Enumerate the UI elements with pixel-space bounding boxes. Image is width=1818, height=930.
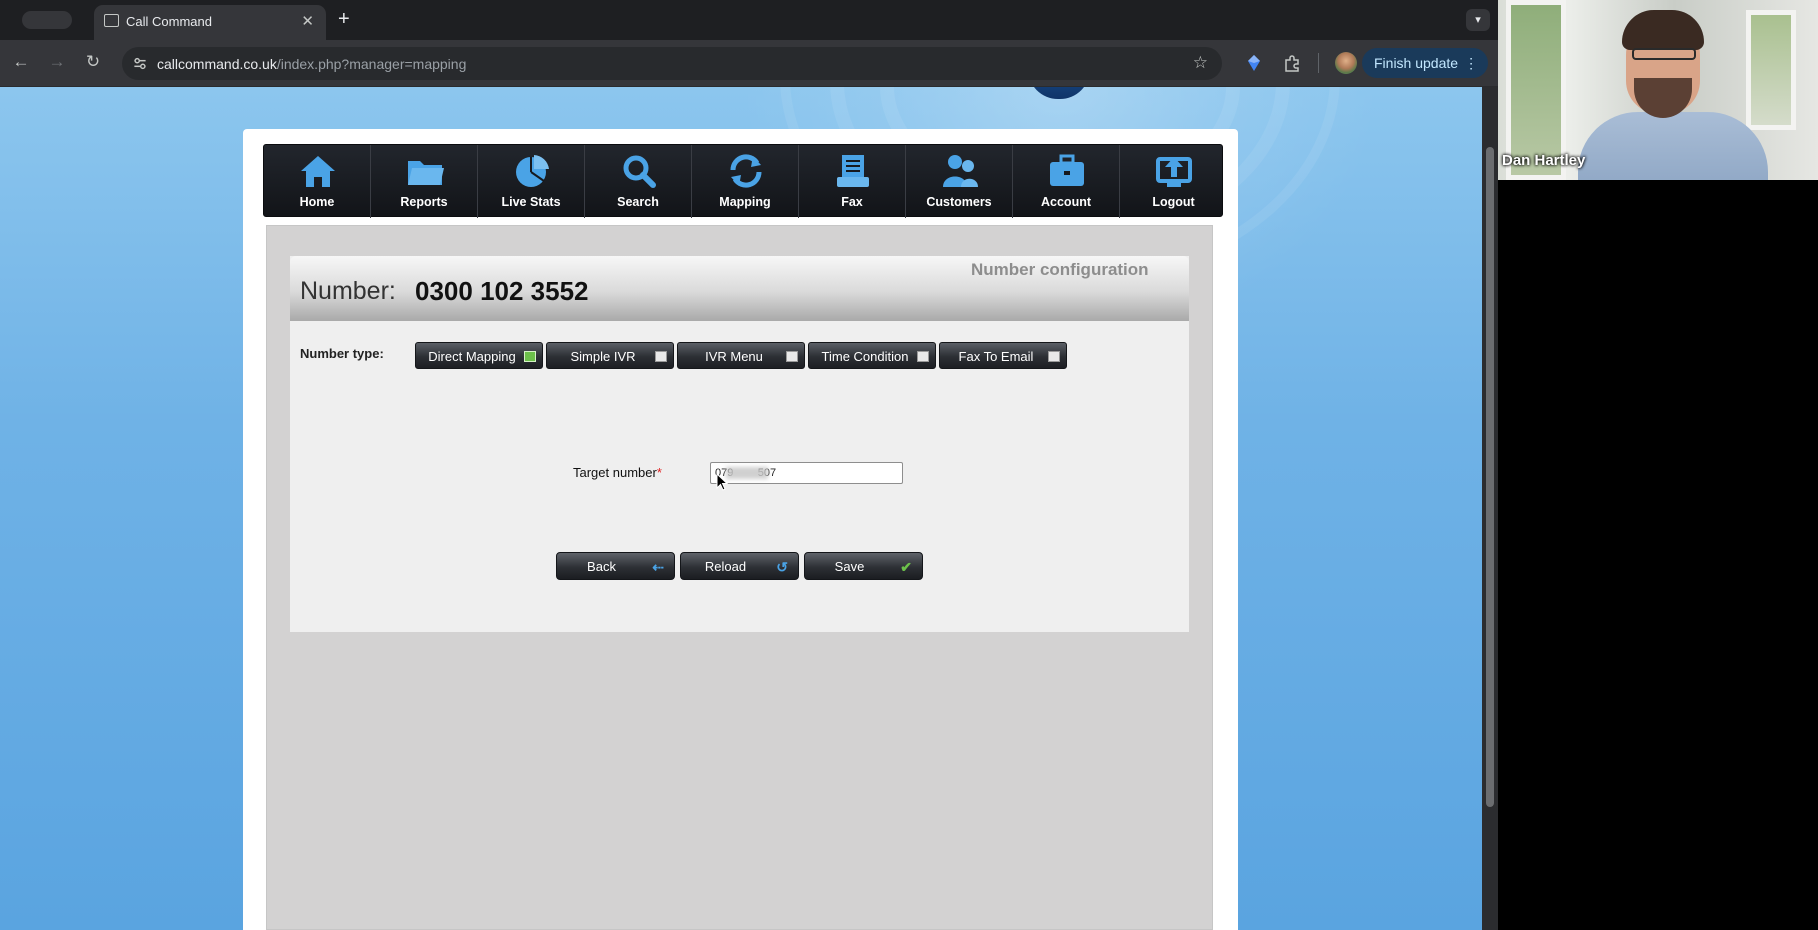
reload-label: Reload [704, 559, 747, 574]
participant-video: Dan Hartley [1498, 0, 1818, 180]
nav-account-label: Account [1041, 195, 1091, 209]
nav-logout-label: Logout [1152, 195, 1195, 209]
check-icon: ✔ [900, 559, 912, 575]
redacted-digits [726, 467, 768, 479]
type-ivr-menu-button[interactable]: IVR Menu [677, 342, 805, 369]
nav-mapping[interactable]: Mapping [692, 145, 799, 218]
target-number-label: Target number* [573, 465, 662, 480]
type-fax-to-email-label: Fax To Email [958, 349, 1034, 364]
nav-mapping-label: Mapping [719, 195, 771, 209]
selected-checkbox-icon [524, 351, 536, 362]
back-arrow-icon: ⇠ [652, 559, 664, 575]
url-host: callcommand.co.uk [157, 56, 277, 72]
finish-update-label: Finish update [1374, 55, 1459, 71]
screen: Call Command ✕ + ▾ ← → ↻ callcommand.co.… [0, 0, 1818, 930]
participant-name: Dan Hartley [1502, 152, 1586, 169]
number-type-label: Number type: [300, 346, 384, 361]
site-settings-icon[interactable] [132, 56, 148, 71]
nav-live-stats[interactable]: Live Stats [478, 145, 585, 218]
type-simple-ivr-button[interactable]: Simple IVR [546, 342, 674, 369]
nav-home-label: Home [299, 195, 335, 209]
gem-extension-icon[interactable] [1246, 54, 1262, 72]
profile-avatar[interactable] [1335, 52, 1357, 74]
printer-icon [837, 155, 869, 187]
pie-chart-icon [516, 155, 549, 187]
participant-glasses [1632, 48, 1696, 60]
unselected-checkbox-icon [1048, 351, 1060, 362]
new-tab-icon[interactable]: + [338, 8, 350, 31]
upload-icon [1156, 157, 1192, 187]
extensions-puzzle-icon[interactable] [1283, 54, 1301, 72]
nav-reports[interactable]: Reports [371, 145, 478, 218]
page-scrollbar[interactable] [1482, 87, 1498, 930]
nav-account[interactable]: Account [1013, 145, 1120, 218]
type-direct-mapping-button[interactable]: Direct Mapping [415, 342, 543, 369]
nav-search[interactable]: Search [585, 145, 692, 218]
unselected-checkbox-icon [917, 351, 929, 362]
participant-shirt [1578, 112, 1768, 180]
number-value: 0300 102 3552 [415, 276, 589, 306]
nav-fax-label: Fax [841, 195, 863, 209]
bg-window [1746, 10, 1796, 130]
nav-live-stats-label: Live Stats [501, 195, 561, 209]
toolbar-divider [1318, 53, 1319, 73]
save-label: Save [834, 559, 865, 574]
briefcase-icon [1050, 154, 1084, 186]
url-path: /index.php?manager=mapping [276, 56, 467, 72]
video-call-panel: Dan Hartley [1498, 0, 1818, 930]
scrollbar-thumb[interactable] [1486, 147, 1494, 807]
unselected-checkbox-icon [655, 351, 667, 362]
type-fax-to-email-button[interactable]: Fax To Email [939, 342, 1067, 369]
browser-tab[interactable]: Call Command ✕ [94, 5, 326, 40]
type-ivr-menu-label: IVR Menu [705, 349, 763, 364]
main-navigation: Home Reports Live Stats Search Mapping F… [263, 144, 1223, 218]
required-mark: * [656, 465, 662, 480]
refresh-icon [730, 154, 762, 188]
unselected-checkbox-icon [786, 351, 798, 362]
target-number-label-text: Target number [573, 465, 657, 480]
forward-arrow-icon[interactable]: → [46, 52, 68, 72]
users-icon [943, 155, 978, 187]
more-vert-icon[interactable]: ⋮ [1464, 48, 1478, 78]
nav-fax[interactable]: Fax [799, 145, 906, 218]
type-direct-mapping-label: Direct Mapping [428, 349, 516, 364]
participant-hair [1622, 10, 1704, 50]
mouse-pointer-icon [716, 473, 728, 491]
nav-home[interactable]: Home [264, 145, 371, 218]
folder-icon [408, 161, 444, 185]
type-time-condition-button[interactable]: Time Condition [808, 342, 936, 369]
tab-group-placeholder[interactable] [22, 11, 72, 29]
nav-reports-label: Reports [400, 195, 448, 209]
tab-bar: Call Command ✕ + ▾ [0, 0, 1498, 40]
home-icon [301, 156, 335, 187]
reload-button[interactable]: Reload ↺ [680, 552, 799, 580]
browser-window: Call Command ✕ + ▾ ← → ↻ callcommand.co.… [0, 0, 1498, 930]
page-content-layer: Home Reports Live Stats Search Mapping F… [0, 87, 1482, 930]
nav-customers-label: Customers [926, 195, 992, 209]
bookmark-star-icon[interactable]: ☆ [1193, 53, 1208, 73]
nav-customers[interactable]: Customers [906, 145, 1013, 218]
back-button[interactable]: Back ⇠ [556, 552, 675, 580]
monitor-icon [104, 14, 119, 27]
finish-update-button[interactable]: Finish update ⋮ [1362, 48, 1489, 78]
reload-icon[interactable]: ↻ [82, 52, 104, 72]
address-bar[interactable]: callcommand.co.uk/index.php?manager=mapp… [122, 47, 1222, 80]
reload-icon: ↺ [776, 559, 788, 575]
save-button[interactable]: Save ✔ [804, 552, 923, 580]
back-label: Back [587, 559, 616, 574]
nav-logout[interactable]: Logout [1120, 145, 1227, 218]
search-icon [623, 155, 656, 188]
close-tab-icon[interactable]: ✕ [301, 12, 314, 30]
browser-toolbar: ← → ↻ callcommand.co.uk/index.php?manage… [0, 40, 1498, 87]
back-arrow-icon[interactable]: ← [10, 52, 32, 72]
type-time-condition-label: Time Condition [821, 349, 909, 364]
tab-title: Call Command [126, 14, 212, 29]
number-label: Number: [300, 277, 396, 305]
url-text: callcommand.co.uk/index.php?manager=mapp… [157, 56, 466, 72]
tab-search-chevron-icon[interactable]: ▾ [1466, 9, 1490, 31]
nav-search-label: Search [617, 195, 659, 209]
section-title: Number configuration [971, 260, 1149, 279]
type-simple-ivr-label: Simple IVR [570, 349, 636, 364]
